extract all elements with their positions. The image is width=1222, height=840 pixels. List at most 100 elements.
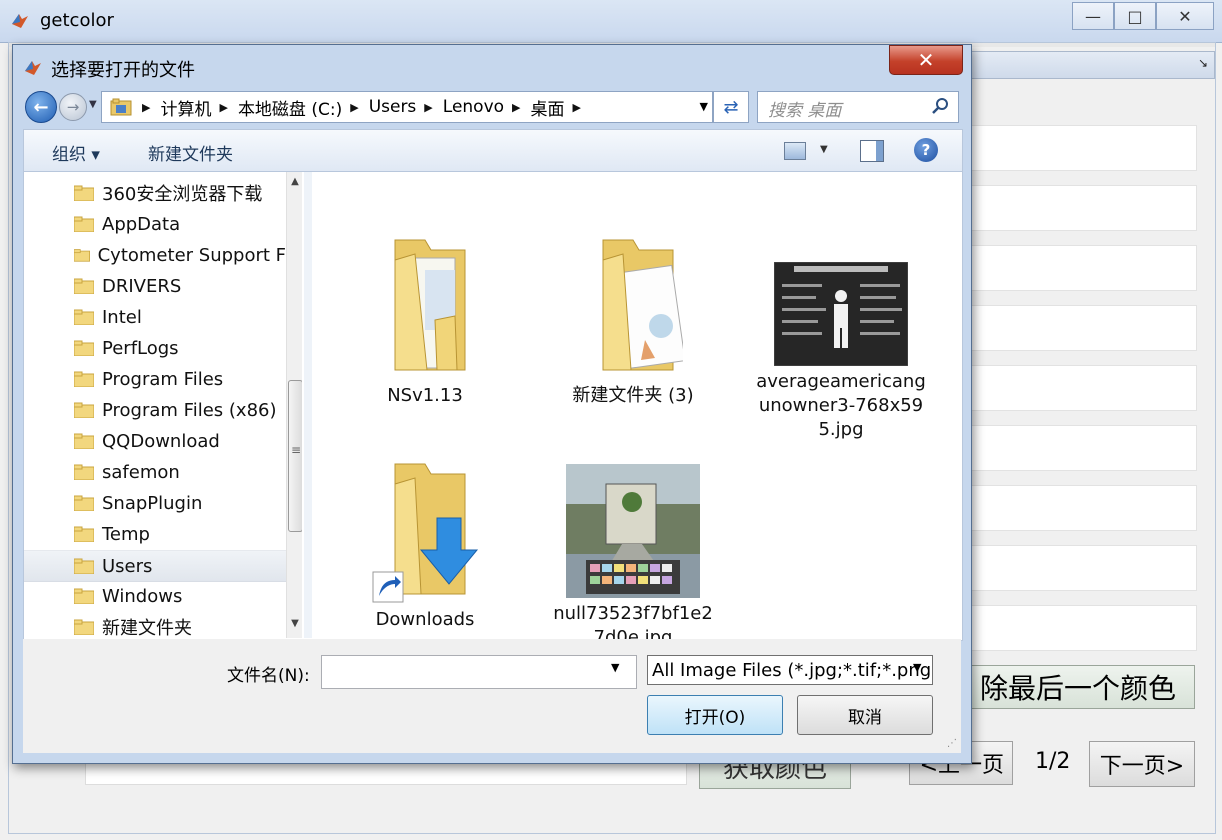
next-page-button[interactable]: 下一页> [1089,741,1195,787]
tree-item-label: Users [102,555,153,577]
tree-item[interactable]: PerfLogs [24,333,286,363]
new-folder-button[interactable]: 新建文件夹 [148,140,233,165]
color-slot [959,425,1197,471]
tree-item[interactable]: Temp [24,519,286,549]
breadcrumb-desktop[interactable]: 桌面 [531,95,565,120]
file-type-select[interactable]: All Image Files (*.jpg;*.tif;*.png [647,655,933,685]
breadcrumb-separator-icon[interactable]: ▶ [424,101,432,114]
search-placeholder: 搜索 桌面 [768,101,842,121]
tree-item-label: SnapPlugin [102,492,203,514]
preview-pane-icon[interactable] [860,140,884,162]
address-bar[interactable]: ▶ 计算机 ▶ 本地磁盘 (C:) ▶ Users ▶ Lenovo ▶ 桌面 … [101,91,713,123]
scroll-up-icon[interactable]: ▲ [287,176,302,192]
file-type-dropdown-icon[interactable]: ▼ [913,661,921,674]
folder-icon [74,216,94,232]
breadcrumb-separator-icon[interactable]: ▶ [573,101,581,114]
file-name: Downloads [375,609,475,630]
view-options-icon[interactable] [784,142,806,160]
breadcrumb-separator-icon[interactable]: ▶ [219,101,227,114]
folder-icon [74,340,94,356]
folder-icon [74,495,94,511]
panel-collapse-icon[interactable]: ↘ [1198,56,1208,70]
tree-item-label: 新建文件夹 [102,618,192,638]
breadcrumb-separator-icon[interactable]: ▶ [142,101,150,114]
main-window-title: getcolor [40,10,114,31]
open-button[interactable]: 打开(O) [647,695,783,735]
tree-item-label: Intel [102,306,142,328]
breadcrumb-local-disk[interactable]: 本地磁盘 (C:) [238,95,342,120]
close-button[interactable]: ✕ [1156,2,1214,30]
tree-item[interactable]: Program Files [24,364,286,394]
tree-item[interactable]: Program Files (x86) [24,395,286,425]
file-name: NSv1.13 [387,385,463,406]
tree-item[interactable]: SnapPlugin [24,488,286,518]
window-controls: — □ ✕ [1072,2,1214,30]
downloads-folder-icon [372,463,479,603]
tree-item[interactable]: DRIVERS [24,271,286,301]
file-name-dropdown-icon[interactable]: ▼ [611,661,619,674]
breadcrumb-computer[interactable]: 计算机 [160,95,211,120]
pane-separator[interactable] [304,172,312,638]
breadcrumb-separator-icon[interactable]: ▶ [350,101,358,114]
scroll-down-icon[interactable]: ▼ [287,618,302,634]
help-icon[interactable]: ? [914,138,938,162]
file-item[interactable]: averageamericangunowner3-768x595.jpg [756,261,926,442]
breadcrumb-lenovo[interactable]: Lenovo [443,97,504,117]
refresh-icon[interactable]: ⇄ [713,91,749,123]
minimize-button[interactable]: — [1072,2,1114,30]
tree-item-label: DRIVERS [102,275,182,297]
file-item[interactable]: 新建文件夹 (3) [548,230,718,408]
back-arrow-icon[interactable]: ← [25,91,57,123]
file-name: averageamericangunowner3-768x595.jpg [756,371,926,440]
tree-item-selected[interactable]: Users [24,550,286,582]
tree-item[interactable]: QQDownload [24,426,286,456]
navigation-tree: 360安全浏览器下载 AppData Cytometer Support F D… [24,172,302,638]
address-dropdown-icon[interactable]: ▼ [700,100,708,113]
scroll-thumb[interactable] [288,380,302,532]
folder-icon [394,239,466,371]
breadcrumb-separator-icon[interactable]: ▶ [512,101,520,114]
tree-item-label: QQDownload [102,430,220,452]
maximize-button[interactable]: □ [1114,2,1156,30]
remove-last-color-button[interactable]: 除最后一个颜色 [963,665,1195,709]
tree-scrollbar[interactable]: ▲ ▼ [286,172,302,638]
tree-item[interactable]: Windows [24,581,286,611]
folder-icon [74,464,94,480]
folder-icon [602,239,686,371]
history-dropdown-icon[interactable]: ▼ [89,99,97,110]
file-item[interactable]: NSv1.13 [340,230,510,408]
tree-item-label: AppData [102,213,181,235]
file-name-input[interactable] [321,655,637,689]
folder-icon [74,619,94,635]
forward-arrow-icon[interactable]: → [59,93,87,121]
tree-item[interactable]: AppData [24,209,286,239]
breadcrumb-users[interactable]: Users [369,97,417,117]
tree-item[interactable]: safemon [24,457,286,487]
color-slot [959,545,1197,591]
folder-icon [74,588,94,604]
cancel-button[interactable]: 取消 [797,695,933,735]
color-slot [959,185,1197,231]
folder-location-icon [110,98,132,116]
dialog-footer: 文件名(N): ▼ All Image Files (*.jpg;*.tif;*… [23,639,961,753]
folder-icon [74,249,90,262]
navigation-row: ← → ▼ ▶ 计算机 ▶ 本地磁盘 (C:) ▶ Users ▶ Lenovo… [23,89,961,125]
tree-item-label: Cytometer Support F [97,244,286,266]
tree-item[interactable]: Cytometer Support F [24,240,286,270]
file-name-label: 文件名(N): [227,666,310,686]
view-dropdown-icon[interactable]: ▼ [820,144,828,155]
search-icon[interactable] [932,97,950,115]
search-input[interactable]: 搜索 桌面 [757,91,959,123]
organize-menu[interactable]: 组织 ▾ [52,140,100,165]
tree-item[interactable]: 360安全浏览器下载 [24,178,286,208]
file-item[interactable]: null73523f7bf1e27d0e.jpg [548,464,718,650]
dialog-close-button[interactable]: ✕ [889,45,963,75]
color-slot [959,605,1197,651]
tree-item[interactable]: Intel [24,302,286,332]
tree-item[interactable]: 新建文件夹 [24,612,286,638]
folder-icon [74,278,94,294]
file-item[interactable]: Downloads [340,454,510,632]
tree-item-label: Temp [102,523,150,545]
resize-grip-icon[interactable]: ⋰ [947,738,957,749]
command-bar: 组织 ▾ 新建文件夹 ▼ ? [23,129,963,172]
